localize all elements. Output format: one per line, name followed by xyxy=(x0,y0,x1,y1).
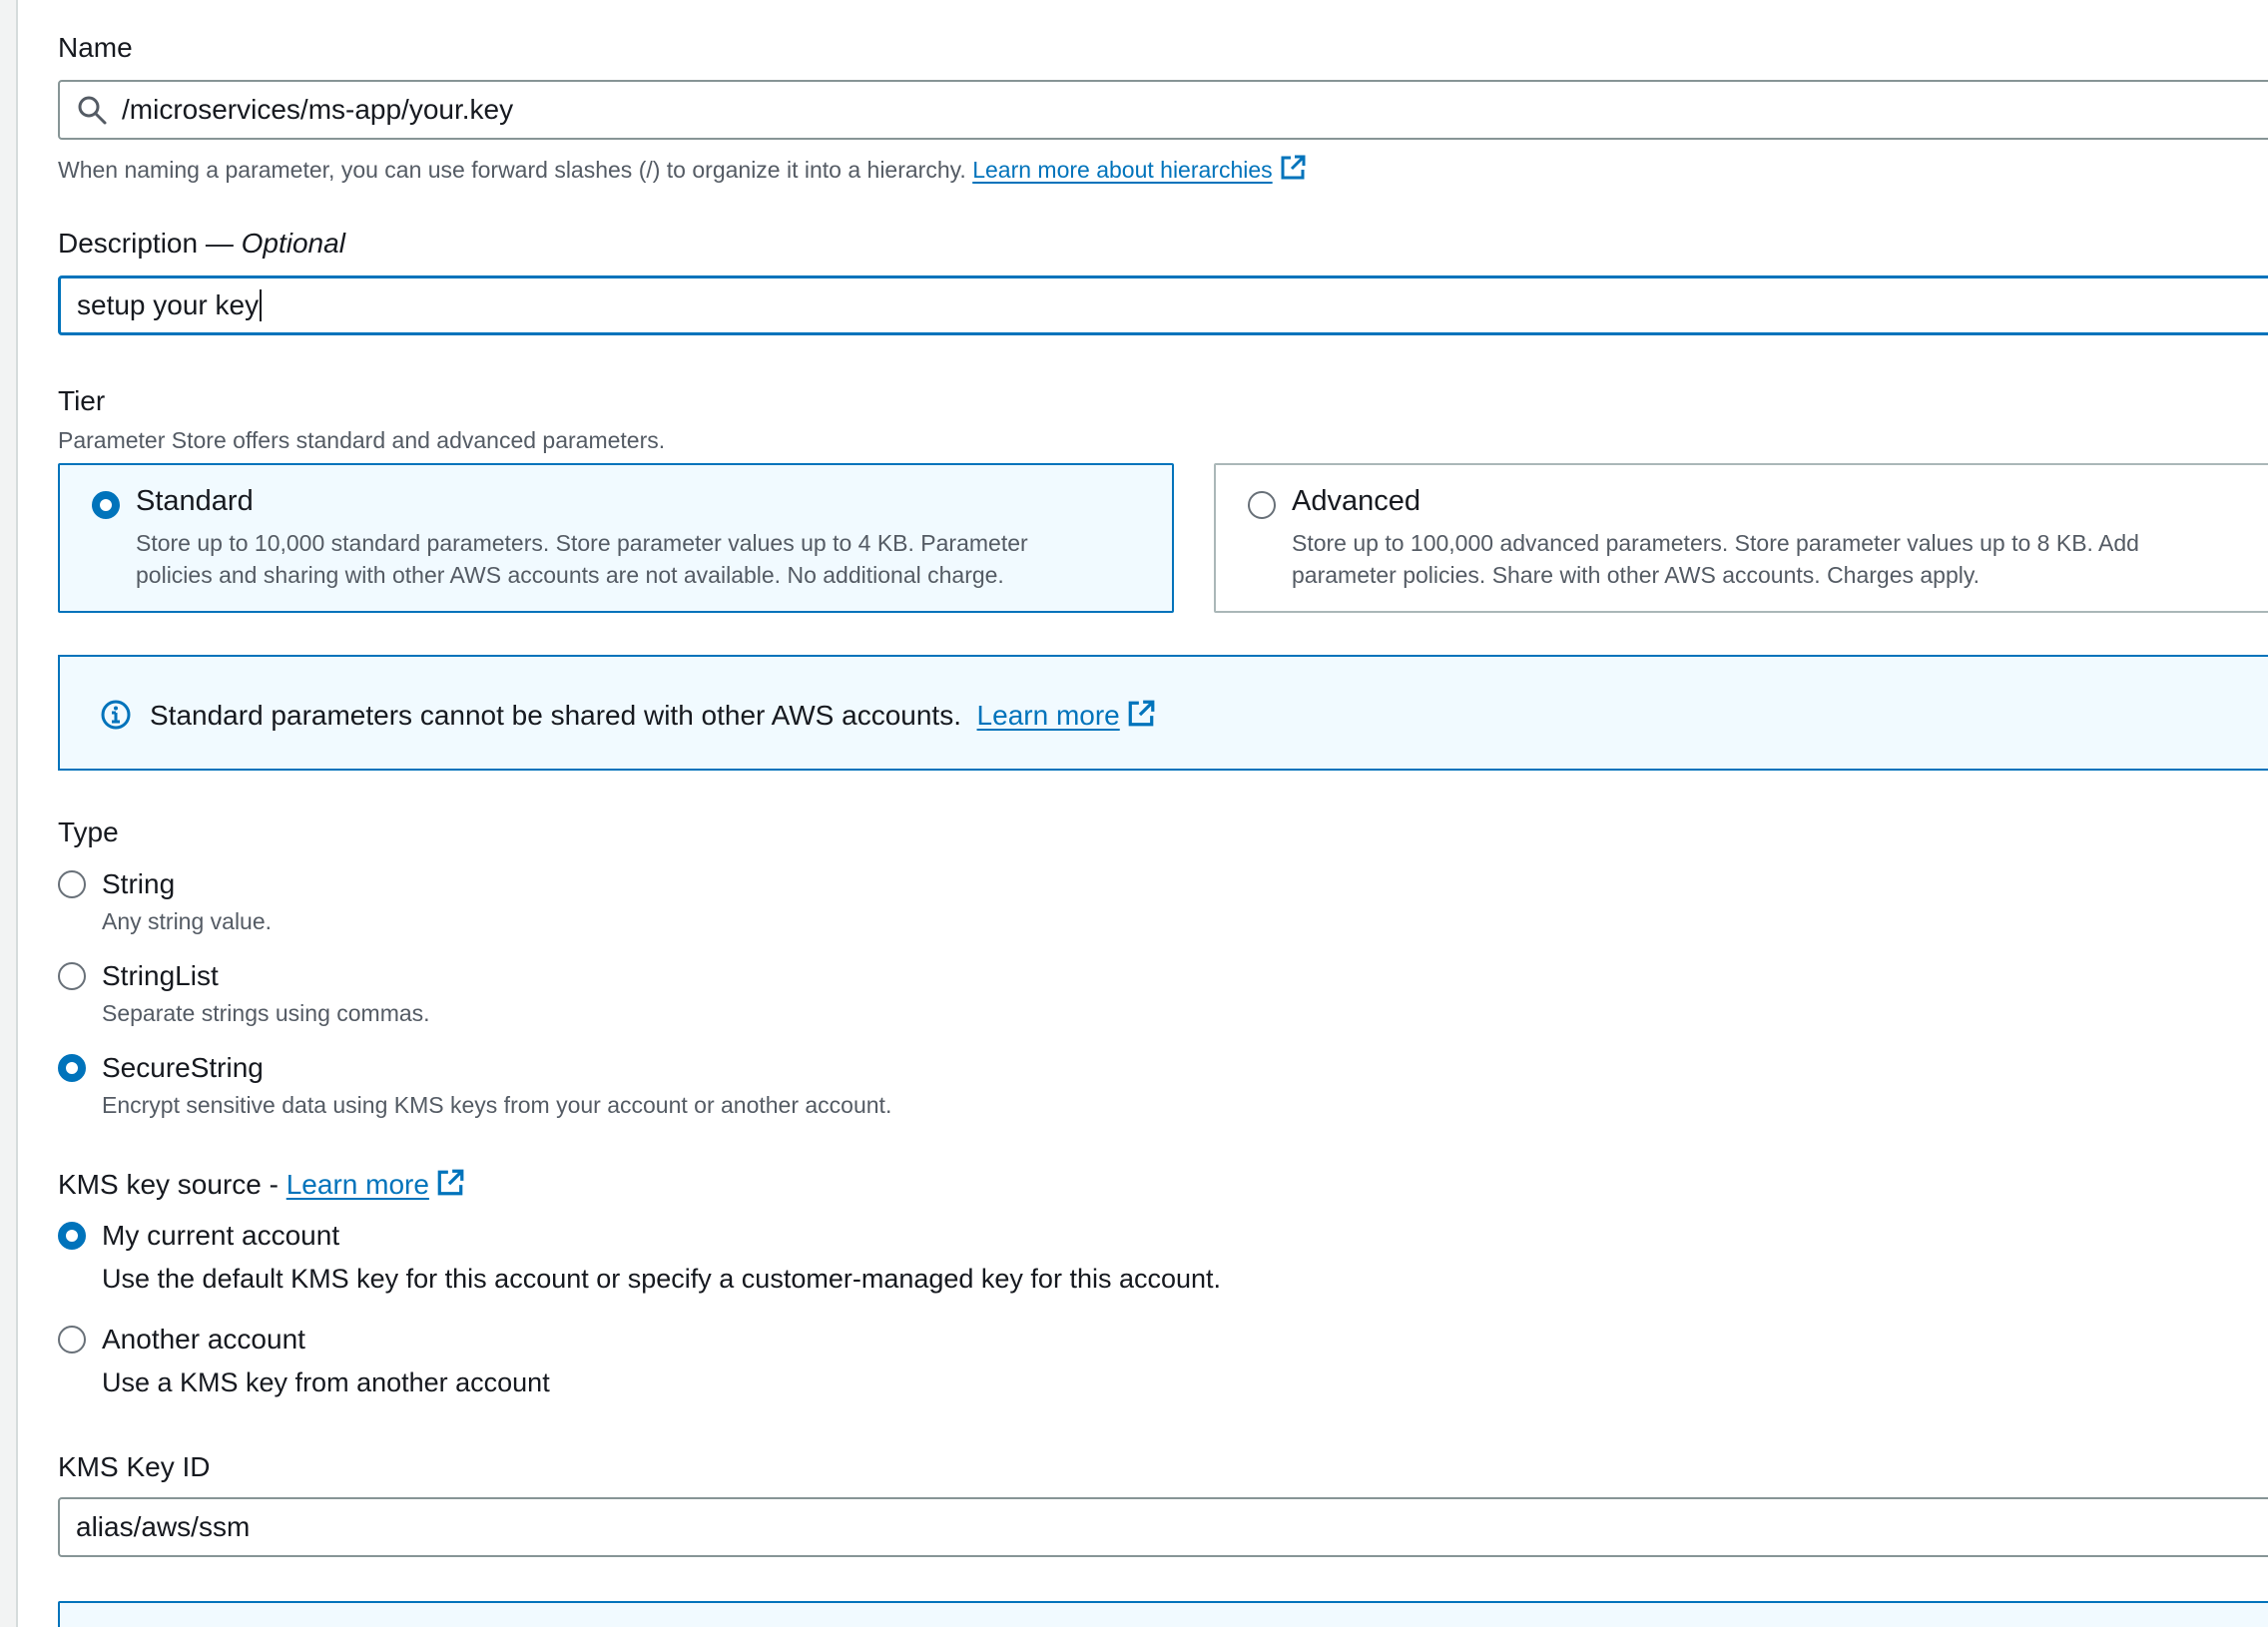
type-label: Type xyxy=(58,816,119,847)
kms-source-label: KMS key source - Learn more xyxy=(58,1168,465,1205)
kms-source-label-text: KMS key source - xyxy=(58,1169,279,1200)
type-string-title[interactable]: String xyxy=(102,868,175,900)
tier-hint: Parameter Store offers standard and adva… xyxy=(58,427,666,453)
tier-standard-desc-line1: Store up to 10,000 standard parameters. … xyxy=(136,530,1028,556)
kms-current-account-title[interactable]: My current account xyxy=(102,1220,339,1252)
kms-another-account-title[interactable]: Another account xyxy=(102,1324,305,1356)
info-alert-message: Standard parameters cannot be shared wit… xyxy=(150,699,1156,736)
type-string-radio[interactable] xyxy=(58,870,86,898)
kms-learn-more-label: Learn more xyxy=(285,1169,429,1200)
info-alert-text: Standard parameters cannot be shared wit… xyxy=(150,700,961,731)
kms-key-id-input[interactable]: alias/aws/ssm xyxy=(58,1497,2268,1557)
tier-standard-title: Standard xyxy=(136,485,254,517)
type-securestring-radio[interactable] xyxy=(58,1054,86,1082)
kms-another-account-desc: Use a KMS key from another account xyxy=(102,1367,550,1397)
name-input-value: /microservices/ms-app/your.key xyxy=(122,94,514,125)
type-stringlist-title[interactable]: StringList xyxy=(102,960,219,992)
tier-advanced-tile[interactable]: Advanced Store up to 100,000 advanced pa… xyxy=(1214,463,2268,613)
info-learn-more-label: Learn more xyxy=(976,700,1120,731)
name-input[interactable]: /microservices/ms-app/your.key xyxy=(58,80,2268,140)
tier-advanced-desc-line1: Store up to 100,000 advanced parameters.… xyxy=(1292,530,2139,556)
info-learn-more-link[interactable]: Learn more xyxy=(977,700,1120,731)
name-hint: When naming a parameter, you can use for… xyxy=(58,154,1307,188)
kms-another-account-radio[interactable] xyxy=(58,1326,86,1354)
kms-current-account-desc: Use the default KMS key for this account… xyxy=(102,1264,1222,1294)
external-link-icon[interactable] xyxy=(1126,699,1156,736)
parameter-form-page: Name /microservices/ms-app/your.key When… xyxy=(0,0,2268,1627)
tier-standard-desc: Store up to 10,000 standard parameters. … xyxy=(136,527,1174,591)
tier-advanced-desc-line2: parameter policies. Share with other AWS… xyxy=(1292,562,1981,588)
type-securestring-desc: Encrypt sensitive data using KMS keys fr… xyxy=(102,1092,892,1118)
kms-learn-more-link[interactable]: Learn more xyxy=(286,1169,429,1200)
type-string-desc: Any string value. xyxy=(102,908,273,934)
external-link-icon[interactable] xyxy=(435,1168,465,1205)
optional-tag: Optional xyxy=(241,228,345,259)
left-nav-edge xyxy=(0,0,18,1627)
search-icon xyxy=(76,94,108,126)
info-icon xyxy=(100,699,132,736)
external-link-icon[interactable] xyxy=(1279,154,1307,188)
kms-key-id-label: KMS Key ID xyxy=(58,1451,211,1482)
description-label-text: Description — xyxy=(58,228,234,259)
description-label: Description — Optional xyxy=(58,228,345,260)
tier-standard-radio[interactable] xyxy=(92,491,120,519)
type-stringlist-radio[interactable] xyxy=(58,962,86,990)
name-label: Name xyxy=(58,32,133,63)
info-alert: Standard parameters cannot be shared wit… xyxy=(58,655,2268,771)
hierarchies-link-label: Learn more about hierarchies xyxy=(972,157,1273,183)
hierarchies-link[interactable]: Learn more about hierarchies xyxy=(972,157,1272,183)
kms-key-id-value: alias/aws/ssm xyxy=(76,1511,251,1542)
type-securestring-title[interactable]: SecureString xyxy=(102,1052,264,1084)
tier-advanced-desc: Store up to 100,000 advanced parameters.… xyxy=(1292,527,2268,591)
description-input[interactable]: setup your key xyxy=(58,275,2268,335)
tier-standard-desc-line2: policies and sharing with other AWS acco… xyxy=(136,562,1004,588)
tier-standard-tile[interactable]: Standard Store up to 10,000 standard par… xyxy=(58,463,1174,613)
tier-label: Tier xyxy=(58,385,106,416)
tier-advanced-radio[interactable] xyxy=(1248,491,1276,519)
kms-current-account-radio[interactable] xyxy=(58,1222,86,1250)
text-caret xyxy=(260,289,263,321)
bottom-info-panel xyxy=(58,1601,2268,1627)
description-input-value: setup your key xyxy=(77,289,260,320)
type-stringlist-desc: Separate strings using commas. xyxy=(102,1000,430,1026)
name-hint-text: When naming a parameter, you can use for… xyxy=(58,157,966,183)
tier-advanced-title: Advanced xyxy=(1292,485,1420,517)
